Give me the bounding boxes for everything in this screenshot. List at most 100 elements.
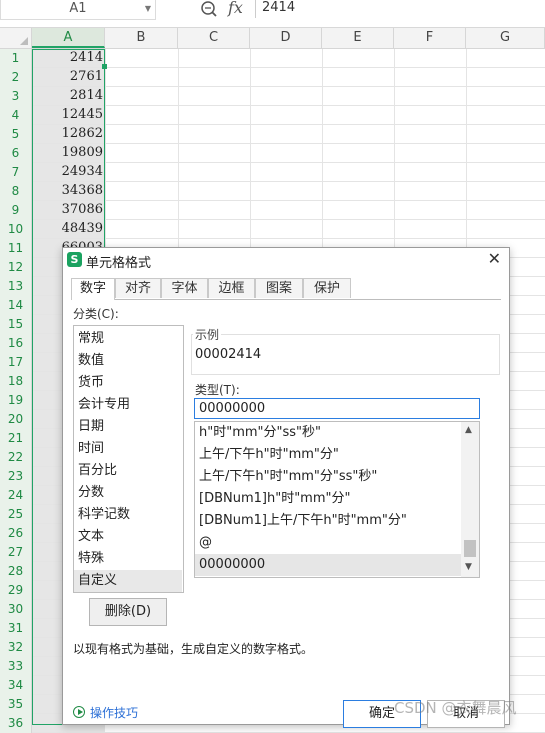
tab-number[interactable]: 数字 xyxy=(71,278,115,300)
name-box-value: A1 xyxy=(69,1,87,16)
fx-icon[interactable]: fx xyxy=(228,0,243,17)
row-header[interactable]: 10 xyxy=(0,220,32,239)
column-header-e[interactable]: E xyxy=(322,28,394,48)
zoom-icon[interactable] xyxy=(200,0,218,18)
category-item[interactable]: 分数 xyxy=(74,482,182,504)
formula-input[interactable]: 2414 xyxy=(255,0,295,18)
cell-a[interactable]: 24934 xyxy=(32,163,105,181)
format-item[interactable]: [DBNum1]h"时"mm"分" xyxy=(195,488,461,510)
row-header[interactable]: 18 xyxy=(0,372,32,391)
sheet-row: 8 34368 xyxy=(0,182,545,201)
category-item[interactable]: 日期 xyxy=(74,416,182,438)
name-box[interactable]: A1 ▼ xyxy=(0,0,156,20)
column-header-b[interactable]: B xyxy=(105,28,178,48)
row-header[interactable]: 7 xyxy=(0,163,32,182)
cell-a[interactable]: 37086 xyxy=(32,201,105,219)
row-header[interactable]: 1 xyxy=(0,49,32,68)
category-item[interactable]: 时间 xyxy=(74,438,182,460)
column-header-d[interactable]: D xyxy=(250,28,322,48)
category-item[interactable]: 货币 xyxy=(74,372,182,394)
close-icon[interactable]: ✕ xyxy=(488,249,501,268)
row-header[interactable]: 34 xyxy=(0,676,32,695)
row-header[interactable]: 27 xyxy=(0,543,32,562)
category-list[interactable]: 常规 数值 货币 会计专用 日期 时间 百分比 分数 科学记数 文本 特殊 自定义 xyxy=(73,325,184,593)
scroll-up-icon[interactable]: ▲ xyxy=(465,425,472,435)
tab-protection[interactable]: 保护 xyxy=(303,278,351,298)
row-header[interactable]: 20 xyxy=(0,410,32,429)
category-item[interactable]: 常规 xyxy=(74,328,182,350)
column-header-c[interactable]: C xyxy=(178,28,250,48)
format-item[interactable]: [DBNum1]上午/下午h"时"mm"分" xyxy=(195,510,461,532)
column-header-g[interactable]: G xyxy=(466,28,545,48)
cell-a[interactable]: 12862 xyxy=(32,125,105,143)
cell-a[interactable]: 12445 xyxy=(32,106,105,124)
row-header[interactable]: 8 xyxy=(0,182,32,201)
category-item[interactable]: 特殊 xyxy=(74,548,182,570)
row-header[interactable]: 19 xyxy=(0,391,32,410)
row-header[interactable]: 26 xyxy=(0,524,32,543)
row-header[interactable]: 3 xyxy=(0,87,32,106)
row-header[interactable]: 11 xyxy=(0,239,32,258)
tips-label[interactable]: 操作技巧 xyxy=(90,704,138,721)
row-header[interactable]: 23 xyxy=(0,467,32,486)
row-header[interactable]: 14 xyxy=(0,296,32,315)
row-header[interactable]: 21 xyxy=(0,429,32,448)
tab-alignment[interactable]: 对齐 xyxy=(115,278,161,298)
row-header[interactable]: 9 xyxy=(0,201,32,220)
row-header[interactable]: 32 xyxy=(0,638,32,657)
cell-a[interactable]: 19809 xyxy=(32,144,105,162)
row-header[interactable]: 2 xyxy=(0,68,32,87)
category-item[interactable]: 文本 xyxy=(74,526,182,548)
category-item[interactable]: 数值 xyxy=(74,350,182,372)
row-header[interactable]: 35 xyxy=(0,695,32,714)
row-header[interactable]: 16 xyxy=(0,334,32,353)
format-list-scrollbar[interactable]: ▲ ▼ xyxy=(461,422,479,577)
row-header[interactable]: 17 xyxy=(0,353,32,372)
row-header[interactable]: 28 xyxy=(0,562,32,581)
row-header[interactable]: 29 xyxy=(0,581,32,600)
select-all-corner[interactable] xyxy=(0,28,32,48)
format-item[interactable]: h"时"mm"分"ss"秒" xyxy=(195,422,461,444)
type-input[interactable]: 00000000 xyxy=(194,398,480,419)
tab-font[interactable]: 字体 xyxy=(161,278,208,298)
cell-a[interactable]: 48439 xyxy=(32,220,105,238)
type-label: 类型(T): xyxy=(195,383,240,397)
row-header[interactable]: 36 xyxy=(0,714,32,733)
sample-label: 示例 xyxy=(193,326,222,343)
row-header[interactable]: 22 xyxy=(0,448,32,467)
tab-border[interactable]: 边框 xyxy=(208,278,255,298)
row-header[interactable]: 13 xyxy=(0,277,32,296)
scroll-thumb[interactable] xyxy=(464,540,476,557)
chevron-down-icon[interactable]: ▼ xyxy=(145,0,151,18)
tab-pattern[interactable]: 图案 xyxy=(255,278,303,298)
row-header[interactable]: 12 xyxy=(0,258,32,277)
row-header[interactable]: 4 xyxy=(0,106,32,125)
column-header-f[interactable]: F xyxy=(394,28,466,48)
category-item[interactable]: 会计专用 xyxy=(74,394,182,416)
delete-button[interactable]: 删除(D) xyxy=(89,598,167,626)
category-item[interactable]: 百分比 xyxy=(74,460,182,482)
format-item[interactable]: @ xyxy=(195,532,461,554)
scroll-down-icon[interactable]: ▼ xyxy=(465,562,472,572)
cell-a[interactable]: 2814 xyxy=(32,87,105,105)
format-item[interactable]: 上午/下午h"时"mm"分"ss"秒" xyxy=(195,466,461,488)
row-header[interactable]: 15 xyxy=(0,315,32,334)
category-item[interactable]: 自定义 xyxy=(74,570,182,592)
row-header[interactable]: 31 xyxy=(0,619,32,638)
sheet-row: 7 24934 xyxy=(0,163,545,182)
sheet-row: 1 2414 xyxy=(0,49,545,68)
cell-a[interactable]: 2761 xyxy=(32,68,105,86)
row-header[interactable]: 24 xyxy=(0,486,32,505)
row-header[interactable]: 33 xyxy=(0,657,32,676)
cell-a[interactable]: 34368 xyxy=(32,182,105,200)
format-list[interactable]: 00000000 @ [DBNum1]上午/下午h"时"mm"分" [DBNum1]h… xyxy=(194,421,480,578)
column-header-a[interactable]: A xyxy=(32,28,105,48)
row-header[interactable]: 6 xyxy=(0,144,32,163)
row-header[interactable]: 30 xyxy=(0,600,32,619)
row-header[interactable]: 25 xyxy=(0,505,32,524)
format-item[interactable]: 00000000 xyxy=(195,554,461,576)
cell-a[interactable]: 2414 xyxy=(32,49,105,67)
row-header[interactable]: 5 xyxy=(0,125,32,144)
format-item[interactable]: 上午/下午h"时"mm"分" xyxy=(195,444,461,466)
category-item[interactable]: 科学记数 xyxy=(74,504,182,526)
